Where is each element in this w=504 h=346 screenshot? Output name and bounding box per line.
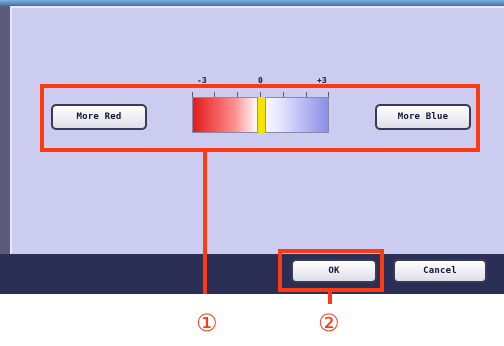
cancel-button[interactable]: Cancel [393,259,487,283]
highlight-box-slider-row [40,84,480,152]
highlight-box-ok [278,249,384,292]
callout-line-2 [328,292,332,304]
callout-number-2: ② [318,309,340,337]
callout-number-1: ① [196,309,218,337]
callout-line-1 [203,152,207,294]
